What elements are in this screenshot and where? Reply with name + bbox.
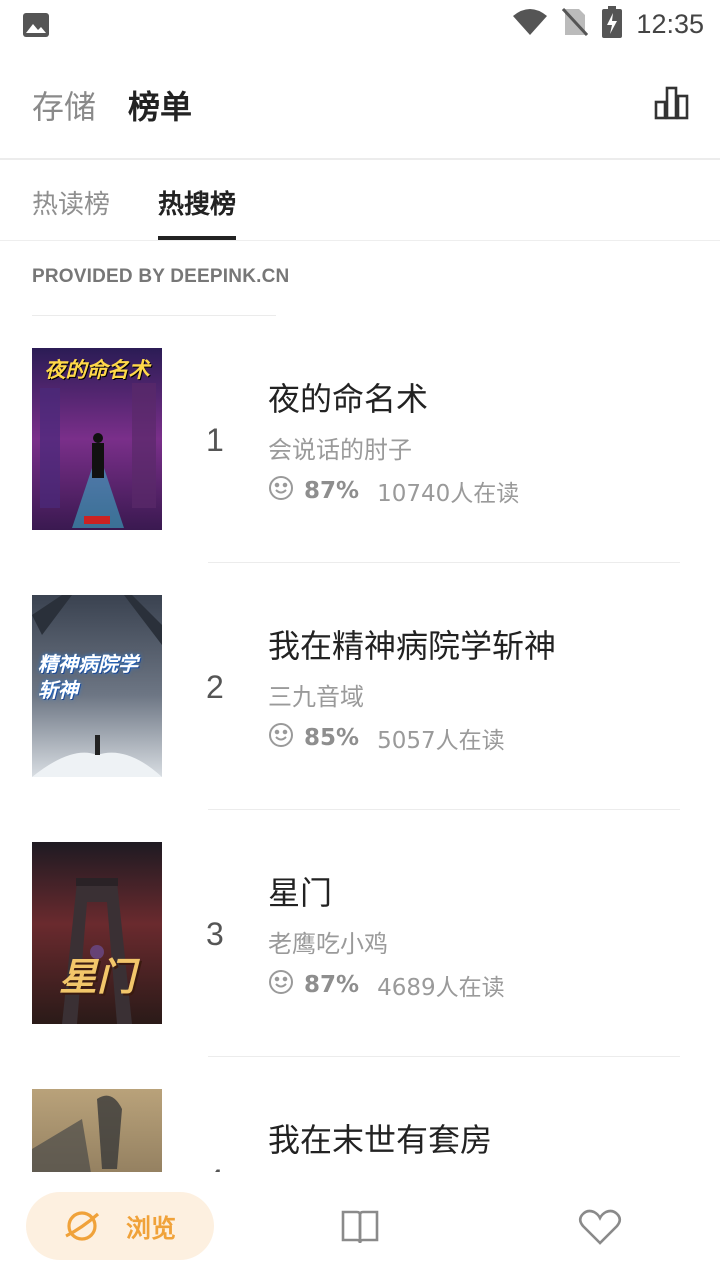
- tab-storage[interactable]: 存储: [32, 82, 96, 128]
- book-author: 会说话的肘子: [268, 436, 412, 464]
- book-cover[interactable]: 精神病院学斩神: [32, 595, 162, 777]
- status-bar: 12:35: [0, 0, 720, 52]
- browse-icon: [62, 1206, 102, 1250]
- bookshelf-icon[interactable]: [340, 1208, 380, 1250]
- smile-icon: [268, 969, 294, 1001]
- wifi-icon: [512, 8, 548, 40]
- cover-title-text: 星门: [58, 955, 135, 999]
- rating-percent: 85%: [304, 725, 360, 751]
- tab-hot-read[interactable]: 热读榜: [32, 184, 110, 221]
- smile-icon: [268, 722, 294, 754]
- book-stats: 85% 5057人在读: [268, 721, 505, 755]
- rank-number: 2: [206, 669, 224, 705]
- book-stats: 87% 4689人在读: [268, 968, 505, 1002]
- rank-number: 3: [206, 916, 224, 952]
- book-title: 夜的命名术: [268, 380, 429, 418]
- book-title: 我在末世有套房: [268, 1121, 493, 1159]
- smile-icon: [268, 475, 294, 507]
- book-title: 星门: [268, 874, 333, 912]
- book-item[interactable]: 星门 3 星门 老鹰吃小鸡 87% 4689人在读: [0, 842, 720, 1089]
- nav-browse-label: 浏览: [126, 1214, 177, 1243]
- status-time: 12:35: [636, 8, 704, 39]
- book-item[interactable]: 夜的命名术 1 夜的命名术 会说话的肘子 87% 10740人在读: [0, 348, 720, 595]
- rank-number: 1: [206, 422, 224, 458]
- image-icon: [22, 12, 50, 42]
- bottom-navigation: 浏览: [0, 1172, 720, 1280]
- active-tab-indicator: [158, 236, 236, 240]
- book-title: 我在精神病院学斩神: [268, 627, 557, 665]
- reader-count: 4689人在读: [377, 975, 505, 1001]
- nav-browse-button[interactable]: 浏览: [26, 1192, 214, 1260]
- divider: [208, 809, 680, 810]
- book-cover[interactable]: [32, 1089, 162, 1172]
- divider: [208, 1056, 680, 1057]
- book-cover[interactable]: 夜的命名术: [32, 348, 162, 530]
- book-author: 老鹰吃小鸡: [268, 930, 388, 958]
- rating-percent: 87%: [304, 478, 360, 504]
- tab-rankings[interactable]: 榜单: [128, 82, 192, 128]
- tab-hot-search[interactable]: 热搜榜: [158, 184, 236, 221]
- rating-percent: 87%: [304, 972, 360, 998]
- no-sim-icon: [562, 7, 589, 41]
- reader-count: 5057人在读: [377, 728, 505, 754]
- book-cover[interactable]: 星门: [32, 842, 162, 1024]
- divider: [32, 315, 276, 316]
- cover-title-text: 夜的命名术: [44, 358, 150, 382]
- ranking-subtabs: 热读榜 热搜榜: [0, 160, 720, 241]
- book-item[interactable]: 4 我在末世有套房: [0, 1089, 720, 1172]
- battery-charging-icon: [602, 6, 623, 42]
- book-author: 三九音域: [268, 683, 364, 711]
- cover-title-text: 精神病院学斩神: [38, 652, 138, 702]
- book-item[interactable]: 精神病院学斩神 2 我在精神病院学斩神 三九音域 85% 5057人在读: [0, 595, 720, 842]
- reader-count: 10740人在读: [377, 481, 520, 507]
- bar-chart-icon[interactable]: [654, 86, 690, 124]
- top-header: 存储 榜单: [0, 52, 720, 160]
- heart-icon[interactable]: [578, 1208, 622, 1250]
- book-stats: 87% 10740人在读: [268, 474, 519, 508]
- book-list[interactable]: 夜的命名术 1 夜的命名术 会说话的肘子 87% 10740人在读 精神病院学斩…: [0, 348, 720, 1172]
- provider-label: PROVIDED BY DEEPINK.CN: [32, 266, 290, 287]
- rank-number: 4: [206, 1163, 224, 1172]
- divider: [208, 562, 680, 563]
